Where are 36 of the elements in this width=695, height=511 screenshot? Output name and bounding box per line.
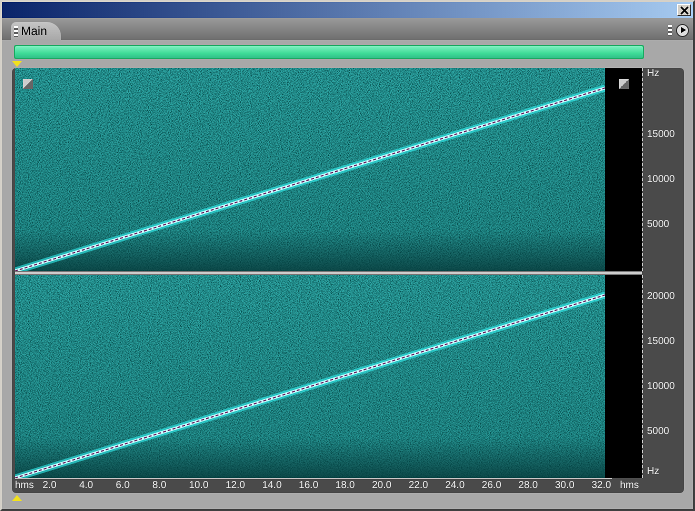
time-label: 22.0 xyxy=(408,480,428,491)
frequency-label: 5000 xyxy=(647,219,670,230)
time-label: 10.0 xyxy=(189,480,208,491)
close-button[interactable] xyxy=(677,4,691,16)
time-label: 14.0 xyxy=(262,480,282,491)
time-label: 30.0 xyxy=(555,480,574,491)
time-label: 32.0 xyxy=(592,480,612,491)
frequency-label: 15000 xyxy=(647,336,675,347)
frequency-label: 20000 xyxy=(647,291,675,302)
time-unit-label: hms xyxy=(619,479,639,493)
tab[interactable]: Main xyxy=(11,22,62,40)
corner-toggle-icon[interactable] xyxy=(23,79,33,89)
frequency-label: 10000 xyxy=(647,381,675,392)
time-label: 18.0 xyxy=(335,480,355,491)
time-label: 20.0 xyxy=(372,480,392,491)
time-label: 16.0 xyxy=(298,480,318,491)
unit-label: Hz xyxy=(647,68,660,79)
grip-icon xyxy=(14,26,18,36)
corner-toggle-icon[interactable] xyxy=(619,79,629,89)
time-label: 28.0 xyxy=(518,480,538,491)
end-marker-icon[interactable] xyxy=(12,494,22,500)
unit-label: Hz xyxy=(647,466,660,477)
time-label: 26.0 xyxy=(482,480,502,491)
play-button[interactable] xyxy=(676,24,689,36)
time-label: 12.0 xyxy=(226,480,246,491)
frequency-label: 15000 xyxy=(647,129,675,140)
time-label: 4.0 xyxy=(79,480,94,491)
grip-icon xyxy=(668,24,672,36)
frequency-label: 5000 xyxy=(647,426,670,437)
play-icon xyxy=(678,26,686,34)
time-label: 8.0 xyxy=(152,480,166,491)
frequency-label: 10000 xyxy=(647,174,675,185)
time-label: 24.0 xyxy=(445,480,465,491)
time-unit-label: hms xyxy=(15,480,34,491)
time-label: 6.0 xyxy=(116,480,130,491)
time-label: 2.0 xyxy=(42,480,56,491)
